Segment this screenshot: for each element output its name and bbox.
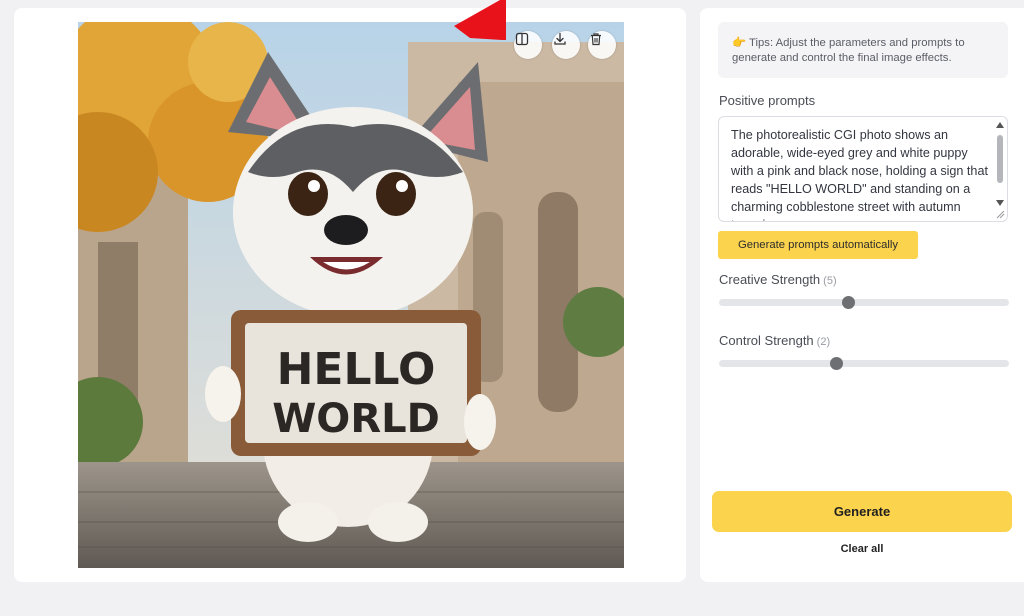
control-strength-text: Control Strength (719, 333, 814, 348)
generate-prompts-button[interactable]: Generate prompts automatically (718, 231, 918, 259)
positive-prompts-textarea[interactable]: The photorealistic CGI photo shows an ad… (718, 116, 1008, 222)
sign-line-1: HELLO (277, 344, 436, 395)
compare-icon (515, 32, 529, 46)
positive-prompts-label: Positive prompts (719, 93, 816, 108)
scroll-down-icon[interactable] (995, 199, 1005, 207)
control-strength-slider[interactable] (719, 357, 1009, 370)
generated-image[interactable]: HELLO WORLD (78, 22, 624, 568)
download-icon (554, 32, 566, 45)
creative-strength-value: (5) (823, 275, 837, 287)
creative-strength-slider[interactable] (719, 296, 1009, 309)
prompt-scrollbar[interactable] (995, 121, 1005, 219)
puppy-illustration: HELLO WORLD (78, 22, 624, 568)
delete-button[interactable] (588, 31, 616, 59)
control-strength-value: (2) (816, 336, 831, 348)
trash-icon (591, 33, 601, 46)
compare-button[interactable] (514, 31, 542, 59)
generate-button[interactable]: Generate (712, 491, 1012, 532)
image-preview-card: HELLO WORLD (14, 8, 686, 582)
red-arrow-annotation (454, 0, 506, 40)
tips-text: Tips: Adjust the parameters and prompts … (732, 37, 965, 64)
download-button[interactable] (552, 31, 580, 59)
clear-all-button[interactable]: Clear all (712, 543, 1012, 559)
creative-strength-thumb[interactable] (842, 296, 856, 309)
control-strength-label: Control Strength (2) (719, 333, 830, 348)
scroll-up-icon[interactable] (995, 121, 1005, 129)
pointing-hand-icon: 👉 (732, 37, 747, 49)
scrollbar-thumb[interactable] (997, 135, 1003, 183)
positive-prompts-value: The photorealistic CGI photo shows an ad… (731, 128, 988, 221)
sign-line-2: WORLD (272, 396, 440, 442)
creative-strength-text: Creative Strength (719, 272, 821, 287)
control-strength-thumb[interactable] (830, 357, 844, 370)
tips-box: 👉 Tips: Adjust the parameters and prompt… (718, 22, 1008, 78)
creative-strength-label: Creative Strength (5) (719, 272, 837, 287)
settings-panel: 👉 Tips: Adjust the parameters and prompt… (700, 8, 1024, 582)
resize-handle-icon[interactable] (995, 211, 1005, 219)
